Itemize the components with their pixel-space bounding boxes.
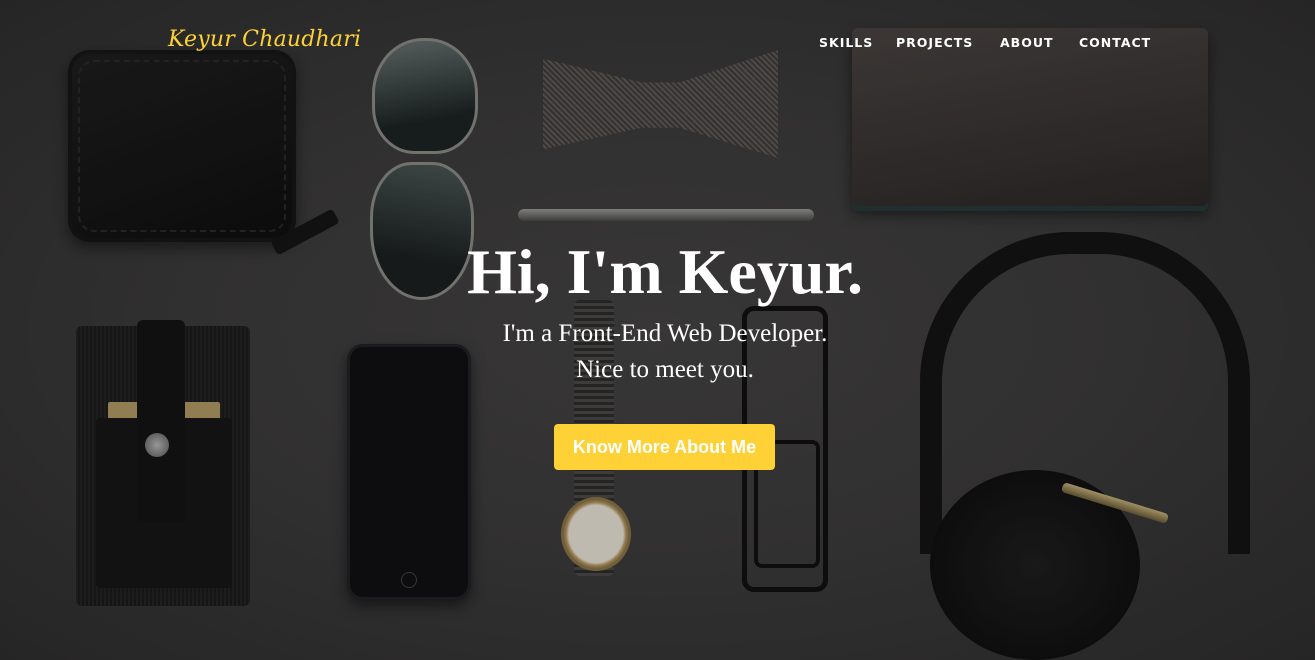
nav-link-projects[interactable]: PROJECTS [896, 35, 973, 50]
nav-link-skills[interactable]: SKILLS [819, 35, 873, 50]
nav-link-about[interactable]: ABOUT [1000, 35, 1054, 50]
hero-subtitle-line2: Nice to meet you. [576, 356, 754, 383]
know-more-button[interactable]: Know More About Me [554, 424, 775, 470]
hero-section: Keyur Chaudhari SKILLS PROJECTS ABOUT CO… [0, 0, 1315, 660]
hero-subtitle-line1: I'm a Front-End Web Developer. [502, 320, 828, 347]
hero-title: Hi, I'm Keyur. [467, 236, 863, 307]
brand-logo-link[interactable]: Keyur Chaudhari [168, 27, 361, 52]
nav-link-contact[interactable]: CONTACT [1079, 35, 1151, 50]
